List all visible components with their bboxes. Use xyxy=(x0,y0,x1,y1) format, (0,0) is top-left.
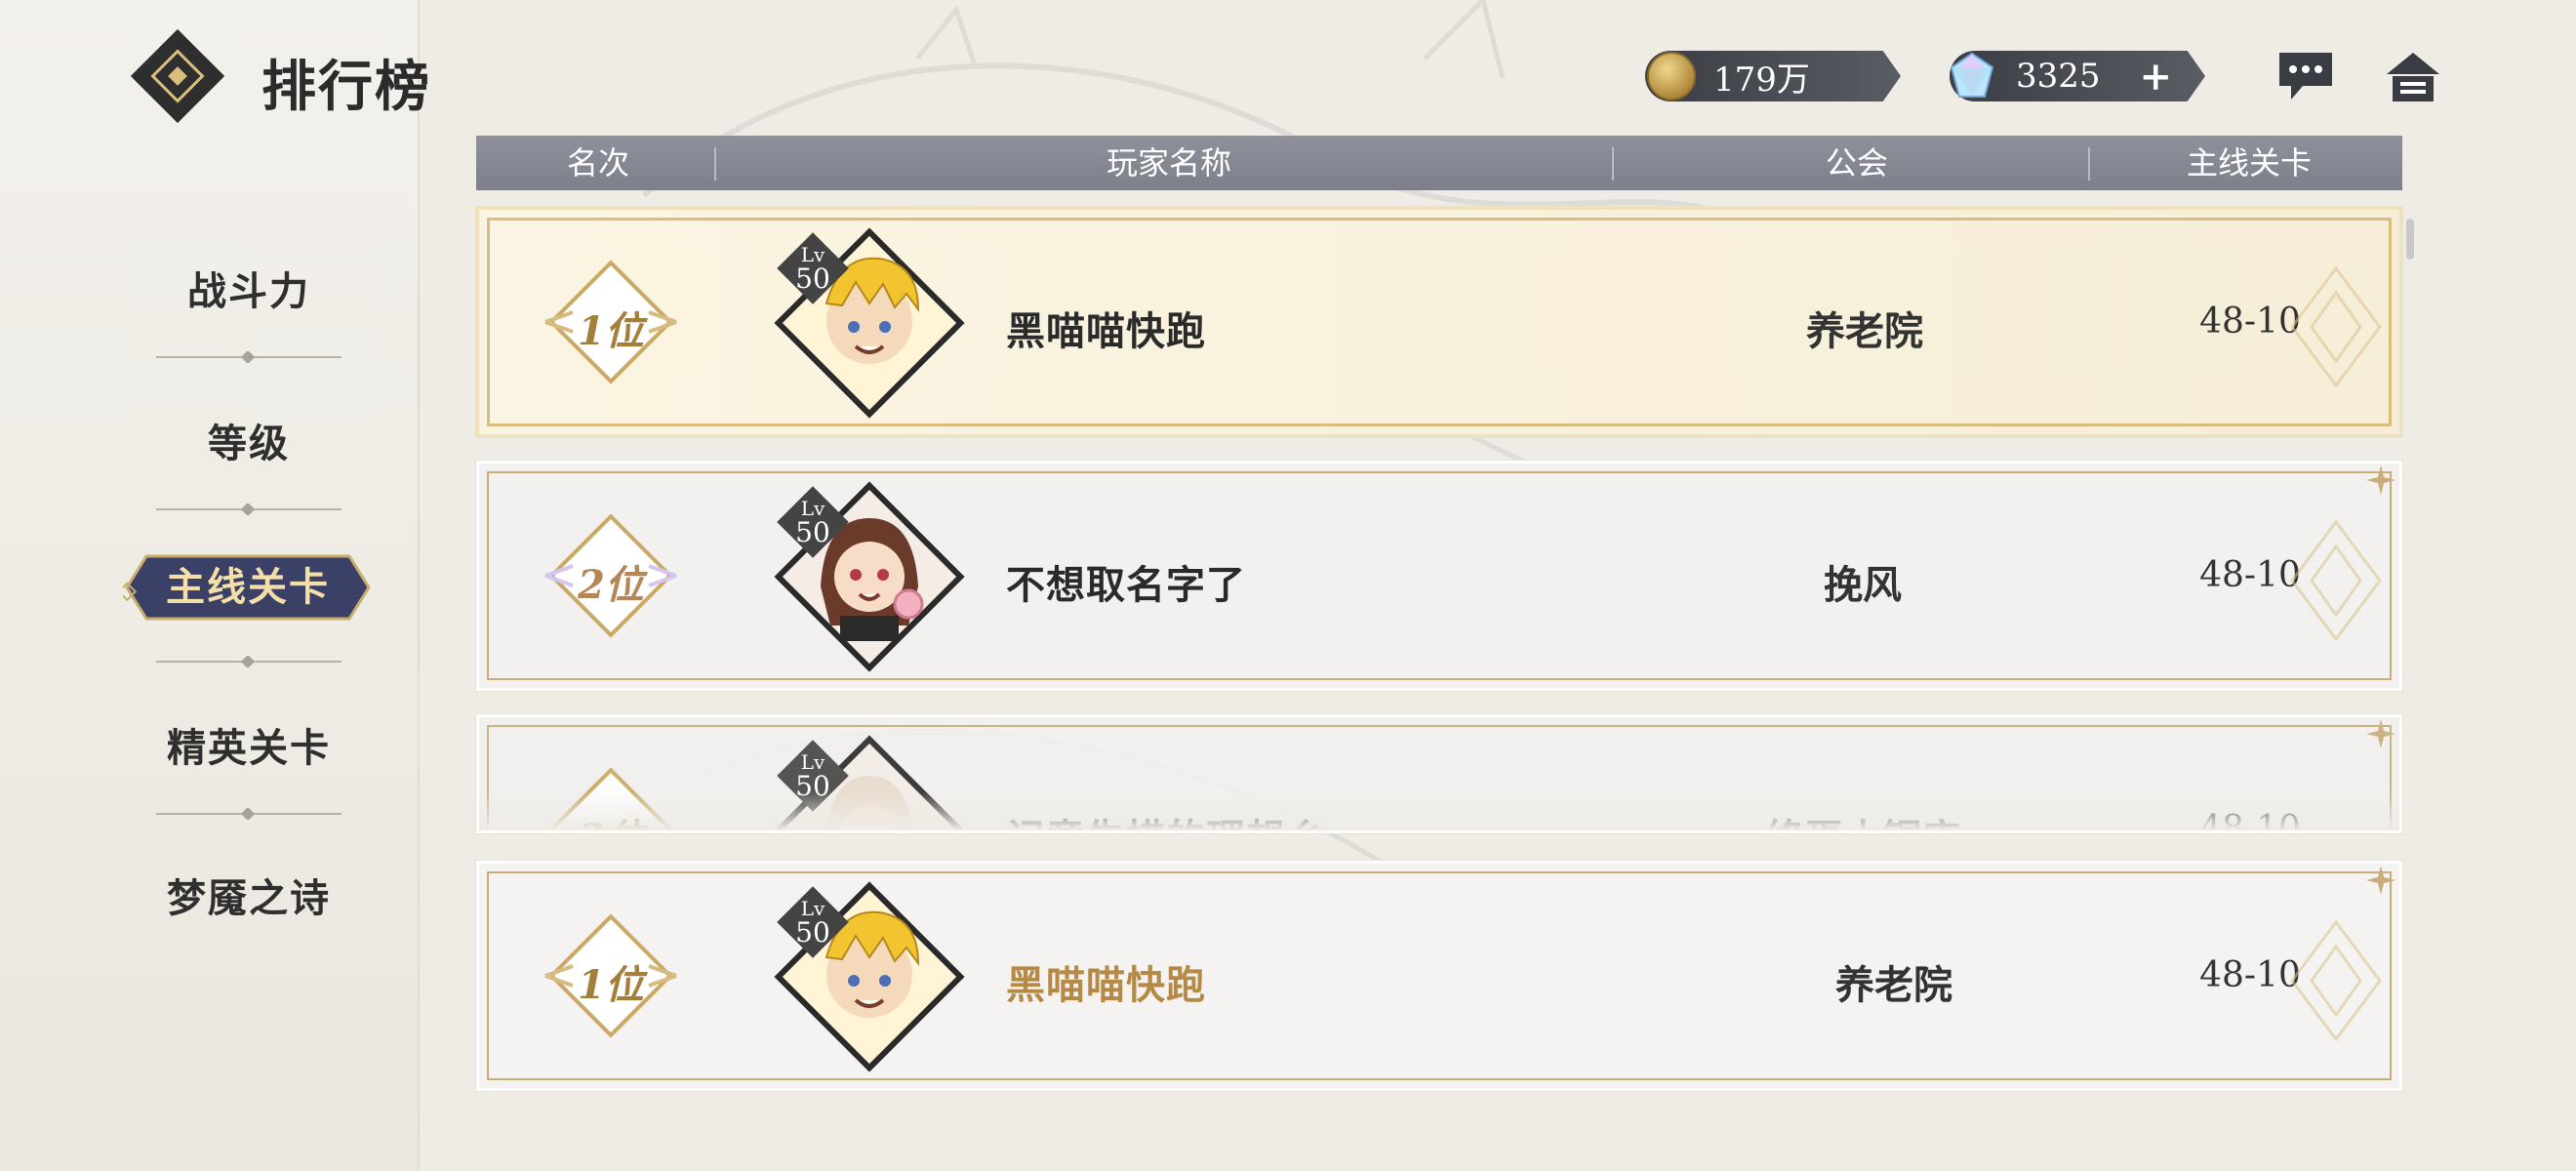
leaderboard-emblem-icon xyxy=(131,29,224,123)
level-value: 50 xyxy=(795,516,830,548)
sidebar-divider xyxy=(156,351,342,363)
level-value: 50 xyxy=(795,262,830,295)
rank-label: 2位 xyxy=(578,562,644,608)
add-gems-button[interactable]: + xyxy=(2139,54,2172,100)
sparkle-icon xyxy=(2366,866,2395,895)
player-name: 不想取名字了 xyxy=(1006,562,1246,608)
self-rank-row[interactable]: 1位 Lv 50 黑喵喵快跑 养老院 48-10 xyxy=(476,861,2402,1091)
crystal-gem-icon xyxy=(1950,52,1994,98)
gem-currency[interactable]: 3325 + xyxy=(1950,51,2205,101)
player-name: 黑喵喵快跑 xyxy=(1006,962,1206,1008)
home-icon[interactable] xyxy=(2381,47,2445,105)
table-row[interactable]: 1位 Lv 50 黑喵喵快跑 养老院 48-10 xyxy=(476,207,2402,437)
column-main-stage: 主线关卡 xyxy=(2186,144,2312,182)
gem-amount: 3325 xyxy=(2016,57,2101,96)
rank-label: 1位 xyxy=(578,962,644,1008)
sidebar-item-main-stage[interactable]: 主线关卡 xyxy=(117,552,373,623)
row-fade-overlay xyxy=(479,791,2399,830)
sidebar-divider xyxy=(156,504,342,515)
sparkle-icon xyxy=(2366,465,2395,495)
column-separator xyxy=(2088,147,2090,181)
list-scrollbar[interactable] xyxy=(2406,219,2414,260)
gold-amount: 179万 xyxy=(1713,60,1810,100)
column-player-name: 玩家名称 xyxy=(1106,144,1231,182)
table-row[interactable]: 3位 Lv 50 记意失措的理想乡 终焉小铜店 48-10 xyxy=(476,714,2402,833)
page-title: 排行榜 xyxy=(262,55,431,119)
row-decoration xyxy=(2290,265,2382,388)
gold-currency[interactable]: 179万 xyxy=(1645,51,1901,101)
guild-name: 养老院 xyxy=(1835,962,1952,1008)
level-value: 50 xyxy=(795,916,830,949)
column-separator xyxy=(1612,147,1614,181)
guild-name: 挽风 xyxy=(1824,562,1902,608)
table-row[interactable]: 2位 Lv 50 不想取名字了 挽风 48-10 xyxy=(476,461,2402,691)
column-rank: 名次 xyxy=(566,144,629,182)
guild-name: 养老院 xyxy=(1806,308,1923,354)
rank-label: 1位 xyxy=(578,308,644,354)
row-decoration xyxy=(2290,519,2382,642)
player-name: 黑喵喵快跑 xyxy=(1006,308,1206,354)
sidebar-item-combat-power[interactable]: 战斗力 xyxy=(137,260,361,316)
sidebar-item-level[interactable]: 等级 xyxy=(137,412,361,468)
sidebar-item-nightmare-poem[interactable]: 梦魇之诗 xyxy=(137,867,361,923)
sidebar-divider xyxy=(156,656,342,667)
gold-coin-icon xyxy=(1647,52,1696,101)
sidebar-divider xyxy=(156,808,342,820)
sparkle-icon xyxy=(2366,719,2395,748)
row-decoration xyxy=(2290,919,2382,1042)
column-guild: 公会 xyxy=(1825,144,1888,182)
chat-bubble-icon[interactable] xyxy=(2274,47,2338,105)
column-separator xyxy=(714,147,716,181)
sidebar-item-label: 主线关卡 xyxy=(166,564,330,610)
sidebar-item-elite-stage[interactable]: 精英关卡 xyxy=(137,716,361,773)
table-header: 名次 玩家名称 公会 主线关卡 xyxy=(476,136,2402,190)
